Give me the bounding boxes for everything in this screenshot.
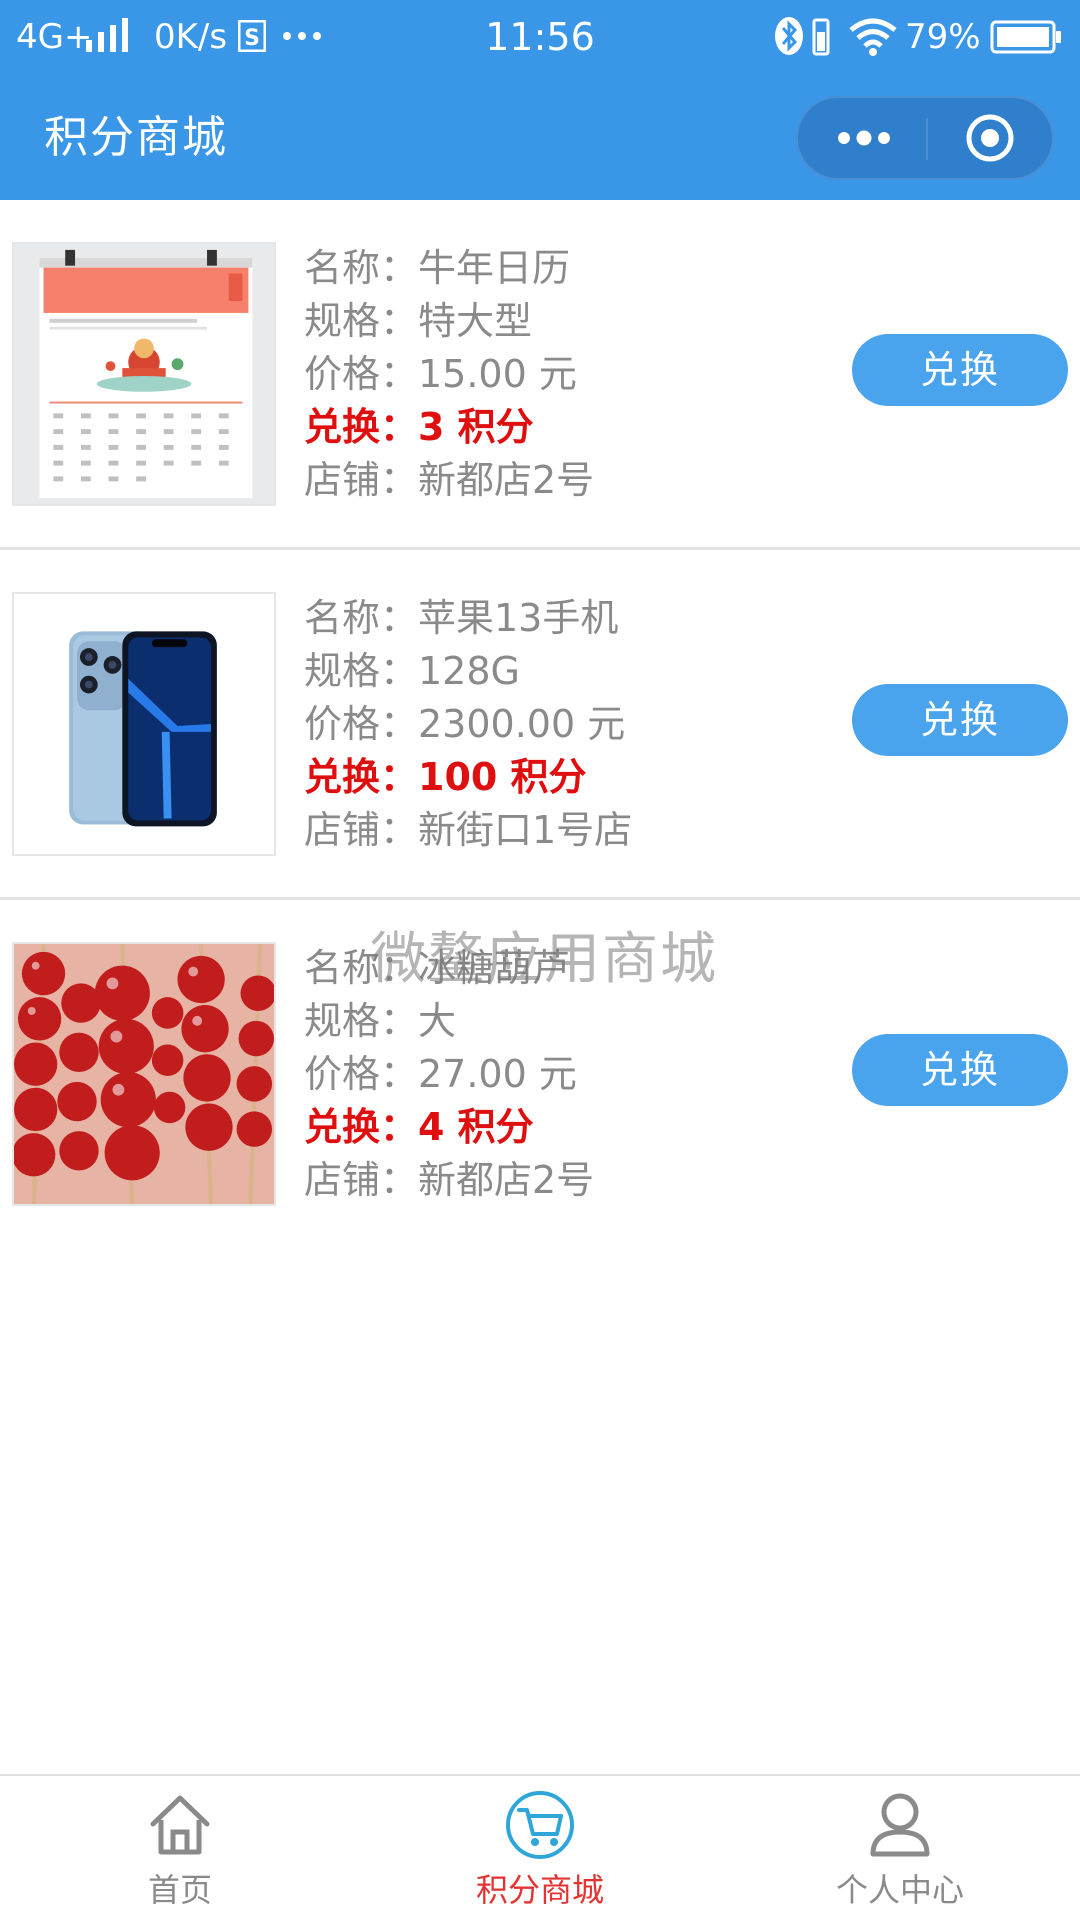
tab-profile[interactable]: 个人中心 <box>720 1776 1080 1920</box>
product-item: 名称：牛年日历 规格：特大型 价格：15.00 元 兑换：3 积分 店铺：新都店… <box>0 200 1080 550</box>
product-image-candied-hawthorn <box>12 942 276 1206</box>
wifi-icon <box>849 18 897 56</box>
calendar-image <box>14 244 274 504</box>
product-info: 名称：牛年日历 规格：特大型 价格：15.00 元 兑换：3 积分 店铺：新都店… <box>304 242 824 507</box>
product-image-calendar <box>12 242 276 506</box>
product-price: 价格：2300.00 元 <box>304 702 626 746</box>
product-name: 名称：牛年日历 <box>304 246 571 290</box>
product-store: 店铺：新都店2号 <box>304 458 595 502</box>
tab-label: 个人中心 <box>835 1871 964 1909</box>
tab-label: 积分商城 <box>475 1871 604 1909</box>
exchange-button[interactable]: 兑换 <box>852 684 1068 756</box>
product-image-iphone <box>12 592 276 856</box>
product-price: 价格：15.00 元 <box>304 352 577 396</box>
product-spec: 规格：大 <box>304 999 457 1043</box>
product-spec: 规格：特大型 <box>304 299 533 343</box>
product-points: 兑换：4 积分 <box>304 1105 534 1149</box>
battery-percent: 79% <box>905 17 981 57</box>
product-item: 名称：苹果13手机 规格：128G 价格：2300.00 元 兑换：100 积分… <box>0 550 1080 900</box>
mini-program-capsule <box>796 96 1054 180</box>
cart-icon <box>506 1791 574 1859</box>
bluetooth-icon <box>775 17 803 55</box>
product-name: 名称：苹果13手机 <box>304 596 619 640</box>
product-info: 名称：苹果13手机 规格：128G 价格：2300.00 元 兑换：100 积分… <box>304 592 824 857</box>
page-title: 积分商城 <box>44 112 228 163</box>
product-spec: 规格：128G <box>304 649 520 693</box>
user-icon <box>870 1793 930 1857</box>
status-bar: 4G+ 0K/s S 11:56 79% <box>0 0 1080 74</box>
product-points: 兑换：100 积分 <box>304 755 587 799</box>
iphone-image <box>14 594 274 854</box>
tab-label: 首页 <box>147 1871 212 1909</box>
vibrate-battery-icon <box>812 18 830 56</box>
product-store: 店铺：新都店2号 <box>304 1158 595 1202</box>
product-store: 店铺：新街口1号店 <box>304 808 633 852</box>
product-points: 兑换：3 积分 <box>304 405 534 449</box>
home-icon <box>150 1795 210 1855</box>
app-header: 积分商城 <box>0 74 1080 200</box>
tab-bar: 首页 积分商城 个人中心 <box>0 1774 1080 1920</box>
app-screen: 4G+ 0K/s S 11:56 79% 积分商城 名称：牛年日历 规格：特大型… <box>0 0 1080 1920</box>
more-icon[interactable] <box>824 98 904 178</box>
product-price: 价格：27.00 元 <box>304 1052 577 1096</box>
candied-hawthorn-image <box>14 944 274 1204</box>
watermark-text: 微鳌应用商城 <box>370 927 718 992</box>
close-target-icon[interactable] <box>964 112 1016 164</box>
battery-icon <box>990 20 1061 54</box>
tab-points-mall[interactable]: 积分商城 <box>360 1776 720 1920</box>
exchange-button[interactable]: 兑换 <box>852 1034 1068 1106</box>
tab-home[interactable]: 首页 <box>0 1776 360 1920</box>
exchange-button[interactable]: 兑换 <box>852 334 1068 406</box>
capsule-divider <box>926 118 928 160</box>
